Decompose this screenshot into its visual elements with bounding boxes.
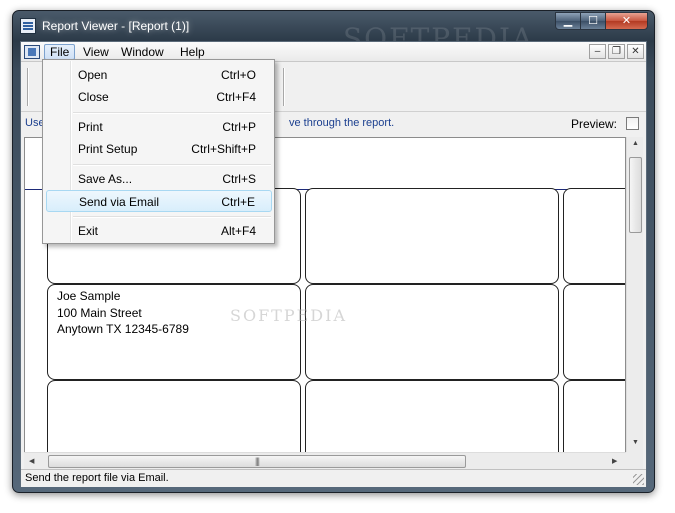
menu-item-label: Close: [78, 90, 109, 104]
menu-window[interactable]: Window: [116, 44, 169, 60]
address-city: Anytown TX 12345-6789: [57, 322, 189, 336]
menu-item-shortcut: Alt+F4: [220, 224, 256, 238]
menu-item-shortcut: Ctrl+Shift+P: [191, 142, 256, 156]
label-cell: [305, 380, 559, 462]
scroll-down-arrow-icon[interactable]: ▼: [632, 439, 639, 446]
menu-item-open[interactable]: Open Ctrl+O: [46, 64, 272, 86]
maximize-button[interactable]: ☐: [580, 12, 606, 30]
scroll-left-arrow-icon[interactable]: ◀: [29, 457, 34, 465]
menu-separator: [73, 112, 271, 114]
menu-file[interactable]: File: [44, 44, 76, 60]
scroll-right-arrow-icon[interactable]: ▶: [612, 457, 617, 465]
file-menu-dropdown: Open Ctrl+O Close Ctrl+F4 Print Ctrl+P P…: [42, 59, 275, 244]
mdi-restore-button[interactable]: ❐: [608, 44, 625, 59]
scroll-corner: [626, 452, 643, 469]
address-label: Joe Sample 100 Main Street Anytown TX 12…: [57, 288, 189, 338]
menu-item-shortcut: Ctrl+E: [221, 195, 255, 209]
menu-item-print-setup[interactable]: Print Setup Ctrl+Shift+P: [46, 138, 272, 160]
menu-item-label: Exit: [78, 224, 99, 238]
menu-item-shortcut: Ctrl+P: [222, 120, 256, 134]
label-cell: [47, 380, 301, 462]
label-cell: [305, 188, 559, 284]
title-bar[interactable]: Report Viewer - [Report (1)] SOFTPEDIA ▁…: [13, 11, 654, 55]
report-watermark: SOFTPEDIA: [230, 306, 347, 325]
address-name: Joe Sample: [57, 289, 121, 303]
preview-checkbox[interactable]: [626, 117, 639, 130]
toolbar-separator: [283, 68, 285, 106]
mdi-minimize-button[interactable]: –: [589, 44, 606, 59]
menu-item-shortcut: Ctrl+F4: [216, 90, 256, 104]
menu-item-close[interactable]: Close Ctrl+F4: [46, 86, 272, 108]
menu-separator: [73, 216, 271, 218]
preview-label: Preview:: [571, 117, 618, 131]
menu-view[interactable]: View: [78, 44, 114, 60]
menu-item-shortcut: Ctrl+O: [220, 68, 256, 82]
app-icon: [20, 18, 36, 34]
info-text-end: ve through the report.: [289, 117, 395, 129]
horizontal-scrollbar[interactable]: ◀ ||| ▶: [24, 452, 626, 469]
status-bar: Send the report file via Email.: [21, 469, 646, 487]
menu-separator: [73, 164, 271, 166]
scroll-up-arrow-icon[interactable]: ▲: [632, 140, 639, 147]
close-button[interactable]: ✕: [605, 12, 648, 30]
toolbar-separator: [27, 68, 29, 106]
vertical-scroll-thumb[interactable]: [629, 157, 642, 233]
label-cell: [563, 284, 625, 380]
document-icon[interactable]: [24, 45, 40, 59]
status-text: Send the report file via Email.: [25, 472, 169, 484]
menu-item-exit[interactable]: Exit Alt+F4: [46, 220, 272, 242]
menu-item-save-as[interactable]: Save As... Ctrl+S: [46, 168, 272, 190]
menu-item-label: Open: [78, 68, 108, 82]
label-cell: [305, 284, 559, 380]
menu-item-shortcut: Ctrl+S: [222, 172, 256, 186]
menu-item-label: Send via Email: [79, 195, 160, 209]
window-title: Report Viewer - [Report (1)]: [42, 19, 190, 33]
menu-item-send-via-email[interactable]: Send via Email Ctrl+E: [46, 190, 272, 212]
resize-grip-icon[interactable]: [633, 474, 644, 485]
horizontal-scroll-thumb[interactable]: |||: [48, 455, 466, 468]
menu-item-label: Print: [78, 120, 103, 134]
menu-item-print[interactable]: Print Ctrl+P: [46, 116, 272, 138]
label-cell: [563, 380, 625, 462]
minimize-button[interactable]: ▁: [555, 12, 581, 30]
menu-item-label: Save As...: [78, 172, 133, 186]
menu-item-label: Print Setup: [78, 142, 138, 156]
mdi-close-button[interactable]: ✕: [627, 44, 644, 59]
menu-help[interactable]: Help: [175, 44, 210, 60]
label-cell: [563, 188, 625, 284]
address-street: 100 Main Street: [57, 305, 142, 320]
vertical-scrollbar[interactable]: ▲ ▼: [626, 137, 643, 463]
